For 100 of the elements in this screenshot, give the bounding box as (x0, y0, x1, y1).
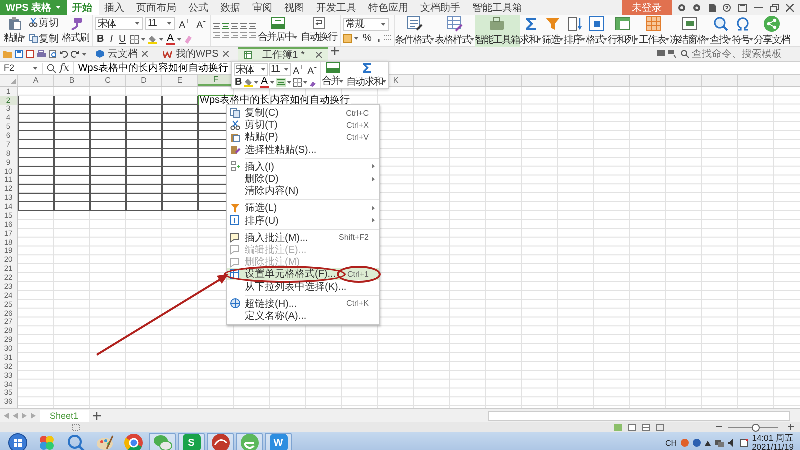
align-icon (249, 22, 256, 30)
ribbon-tab[interactable]: 开始 (66, 0, 99, 15)
ribbon-tool-button[interactable]: 筛选 (542, 14, 564, 46)
normal-view-icon (614, 424, 622, 430)
ribbon-tool-button[interactable]: 符号 (732, 14, 754, 46)
menu-item[interactable]: 从下拉列表中选择(K)... (227, 280, 379, 293)
taskbar-button[interactable] (207, 433, 234, 450)
ribbon-tool-button[interactable]: 条件格式 (394, 14, 435, 46)
shrink-font-button[interactable]: A$^{-}$ (194, 16, 208, 32)
browser-icon (124, 433, 144, 450)
cut-button[interactable]: 剪切 (28, 16, 60, 30)
ribbon-tab[interactable]: 文档助手 (414, 0, 467, 15)
font-color-button[interactable]: A (166, 34, 175, 45)
ribbon-tool-button[interactable]: 查找 (710, 14, 732, 46)
copy-button[interactable]: 复制 (28, 32, 60, 46)
ribbon-tool-button[interactable]: 冻结窗格 (670, 14, 710, 46)
ribbon-tab[interactable]: 公式 (182, 0, 215, 15)
ribbon-tab[interactable]: 页面布局 (130, 0, 183, 15)
font-name-field[interactable]: 宋体 (234, 63, 268, 76)
menu-item[interactable]: 定义名称(A)... (227, 310, 379, 322)
menu-item[interactable]: 清除内容(N) (227, 185, 379, 198)
ribbon-tool-button[interactable]: 格式 (586, 14, 608, 46)
menu-item[interactable]: 删除(D) (227, 172, 379, 186)
menu-item[interactable]: 插入(I) (227, 160, 379, 173)
search-icon (47, 64, 56, 72)
ribbon-tool-button[interactable]: 智能工具箱 (474, 14, 520, 46)
paste-button[interactable]: 粘贴 (3, 16, 27, 44)
number-format-field[interactable]: 常规 (343, 18, 389, 30)
merge-center-button[interactable]: 合并居中 (257, 17, 299, 44)
menu-item[interactable]: 超链接(H)... Ctrl+K (227, 298, 379, 310)
dropdown-caret-icon (302, 81, 308, 84)
ribbon-tab[interactable]: 插入 (98, 0, 131, 15)
column-header[interactable]: E (162, 75, 198, 86)
column-header[interactable]: F (198, 75, 234, 86)
dropdown-caret-icon (580, 38, 586, 41)
preview-icon (49, 50, 57, 58)
menu-item[interactable]: 复制(C) Ctrl+C (227, 107, 379, 120)
column-header[interactable]: B (54, 75, 90, 86)
app-menu-button[interactable]: WPS 表格 (0, 0, 67, 15)
submenu-arrow-icon (372, 218, 375, 224)
ribbon-tool-button[interactable]: 分享文档 (754, 14, 790, 46)
horizontal-scrollbar[interactable] (488, 410, 790, 420)
shrink-font-button[interactable]: A$^{-}$ (306, 62, 318, 78)
ribbon-tab[interactable]: 智能工具箱 (466, 0, 529, 15)
magnifier-icon (66, 433, 86, 450)
restore-icon (770, 4, 779, 12)
font-size-field[interactable]: 11 (269, 63, 291, 76)
ribbon-tool-button[interactable]: 排序 (564, 14, 586, 46)
document-tab[interactable]: 我的WPS (157, 47, 235, 61)
ribbon-tab[interactable]: 视图 (278, 0, 311, 15)
column-header[interactable]: D (126, 75, 162, 86)
menu-item[interactable]: 设置单元格格式(F)... Ctrl+1 (227, 268, 379, 280)
menu-item[interactable]: 粘贴(P) Ctrl+V (227, 131, 379, 144)
column-header[interactable]: A (18, 75, 54, 86)
menu-item[interactable]: 选择性粘贴(S)... (227, 144, 379, 156)
menu-item[interactable]: 插入批注(M)... Shift+F2 (227, 232, 379, 244)
menu-item[interactable]: 筛选(L) (227, 202, 379, 214)
ribbon-tab[interactable]: 特色应用 (362, 0, 415, 15)
ribbon-tool-button[interactable]: 求和 (520, 14, 542, 46)
filter-flag-icon (668, 50, 676, 58)
document-tab[interactable]: 云文档 (90, 47, 154, 61)
wrap-text-button[interactable]: 自动换行 (300, 17, 338, 44)
borders-icon (292, 78, 302, 88)
slider-thumb[interactable] (752, 424, 760, 432)
ribbon-tool-button[interactable]: 表格样式 (434, 14, 475, 46)
dropdown-caret-icon (382, 80, 388, 83)
ribbon-tool-button[interactable]: 行和列 (608, 14, 639, 46)
round-app-icon (210, 433, 230, 450)
sheet-icon (645, 14, 664, 32)
text-style-button[interactable]: B (95, 34, 106, 45)
bold-button[interactable]: B (234, 77, 244, 88)
font-size-field[interactable]: 11 (145, 17, 175, 30)
text-style-button[interactable]: U (117, 34, 128, 45)
grow-font-button[interactable]: A$^{+}$ (292, 62, 306, 78)
command-search-field[interactable]: 查找命令、搜索模板 (679, 47, 794, 61)
font-name-field[interactable]: 宋体 (95, 17, 143, 30)
ribbon-tab[interactable]: 开发工具 (310, 0, 363, 15)
sheet-tab[interactable]: Sheet1 (40, 410, 89, 422)
align-icon (213, 22, 220, 30)
percent-button[interactable]: % (361, 32, 374, 44)
dropdown-caret-icon (270, 81, 275, 84)
insert-function-button[interactable]: fx (60, 62, 70, 74)
menu-item[interactable]: 剪切(T) Ctrl+X (227, 119, 379, 132)
font-color-button[interactable]: A (260, 77, 269, 88)
menu-item[interactable]: 排序(U) (227, 214, 379, 227)
align-center-icon (276, 78, 286, 88)
format-painter-button[interactable]: 格式刷 (61, 16, 90, 44)
ribbon-tab[interactable]: 审阅 (246, 0, 279, 15)
text-style-button[interactable]: I (108, 34, 116, 45)
input-language[interactable]: CH (666, 438, 678, 448)
document-tab[interactable]: 工作簿1 * (238, 47, 328, 61)
help-icon (693, 439, 702, 447)
up-arrow-icon (705, 440, 712, 446)
ribbon-tool-button[interactable]: 工作表 (638, 14, 670, 46)
grow-font-button[interactable]: A$^{+}$ (177, 16, 193, 32)
ribbon-tab[interactable]: 数据 (214, 0, 247, 15)
dropdown-caret-icon (602, 38, 608, 41)
column-header[interactable]: C (90, 75, 126, 86)
note-icon (230, 256, 241, 268)
notification-icon (740, 439, 748, 447)
